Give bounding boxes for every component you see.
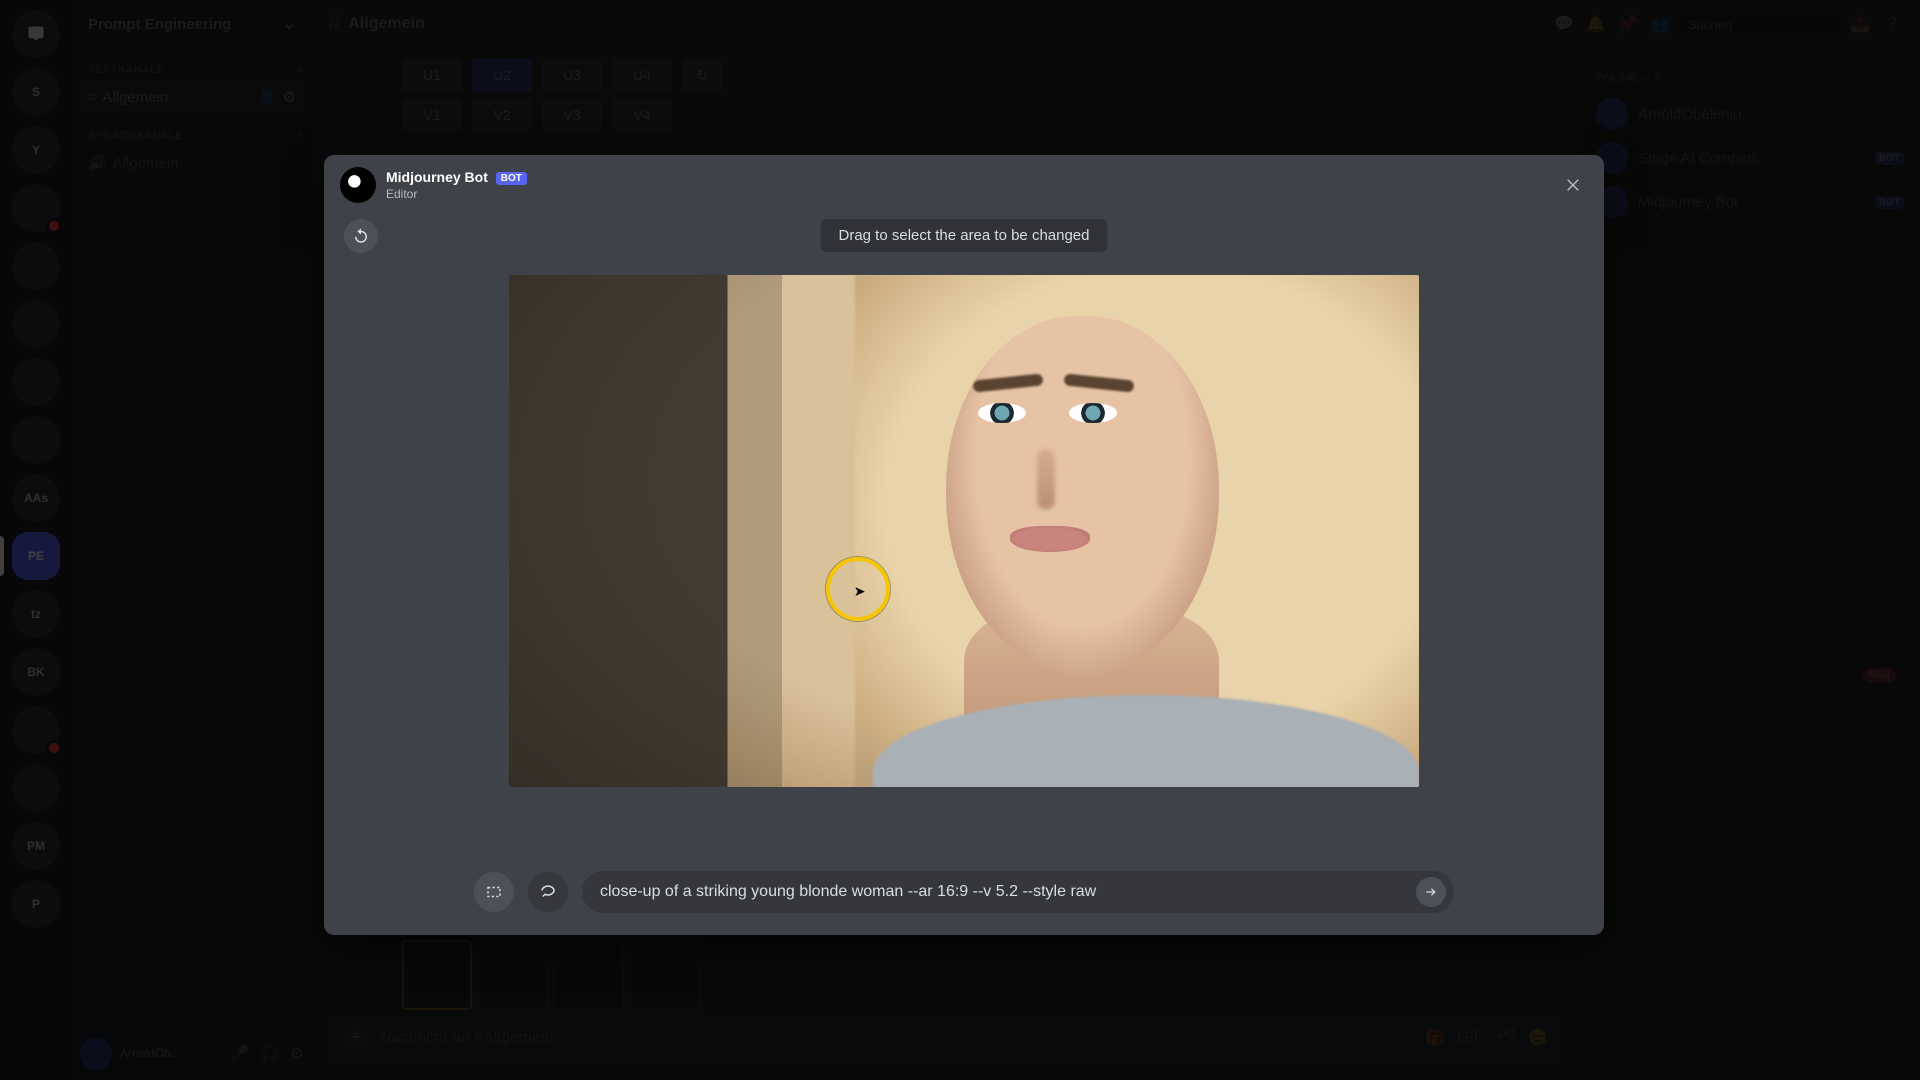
arrow-right-icon <box>1424 885 1438 899</box>
close-button[interactable] <box>1560 171 1588 199</box>
cursor-icon: ➤ <box>854 583 866 600</box>
undo-icon <box>352 227 370 245</box>
editor-hint: Drag to select the area to be changed <box>820 219 1107 252</box>
modal-footer: close-up of a striking young blonde woma… <box>324 855 1604 935</box>
bot-name: Midjourney Bot <box>386 169 488 185</box>
lasso-tool-button[interactable] <box>528 872 568 912</box>
bot-badge: BOT <box>496 172 527 185</box>
editor-canvas[interactable]: ➤ <box>509 275 1419 787</box>
modal-subtitle: Editor <box>386 187 527 201</box>
lasso-icon <box>539 883 557 901</box>
close-icon <box>1565 176 1583 194</box>
editor-stage: Drag to select the area to be changed ➤ <box>324 207 1604 855</box>
bot-avatar <box>340 167 376 203</box>
modal-header: Midjourney Bot BOT Editor <box>324 155 1604 207</box>
undo-button[interactable] <box>344 219 378 253</box>
prompt-text: close-up of a striking young blonde woma… <box>600 883 1096 901</box>
rectangle-select-icon <box>485 883 503 901</box>
vary-region-modal: Midjourney Bot BOT Editor Drag to select… <box>324 155 1604 935</box>
submit-button[interactable] <box>1416 877 1446 907</box>
prompt-input[interactable]: close-up of a striking young blonde woma… <box>582 871 1454 913</box>
rectangle-tool-button[interactable] <box>474 872 514 912</box>
